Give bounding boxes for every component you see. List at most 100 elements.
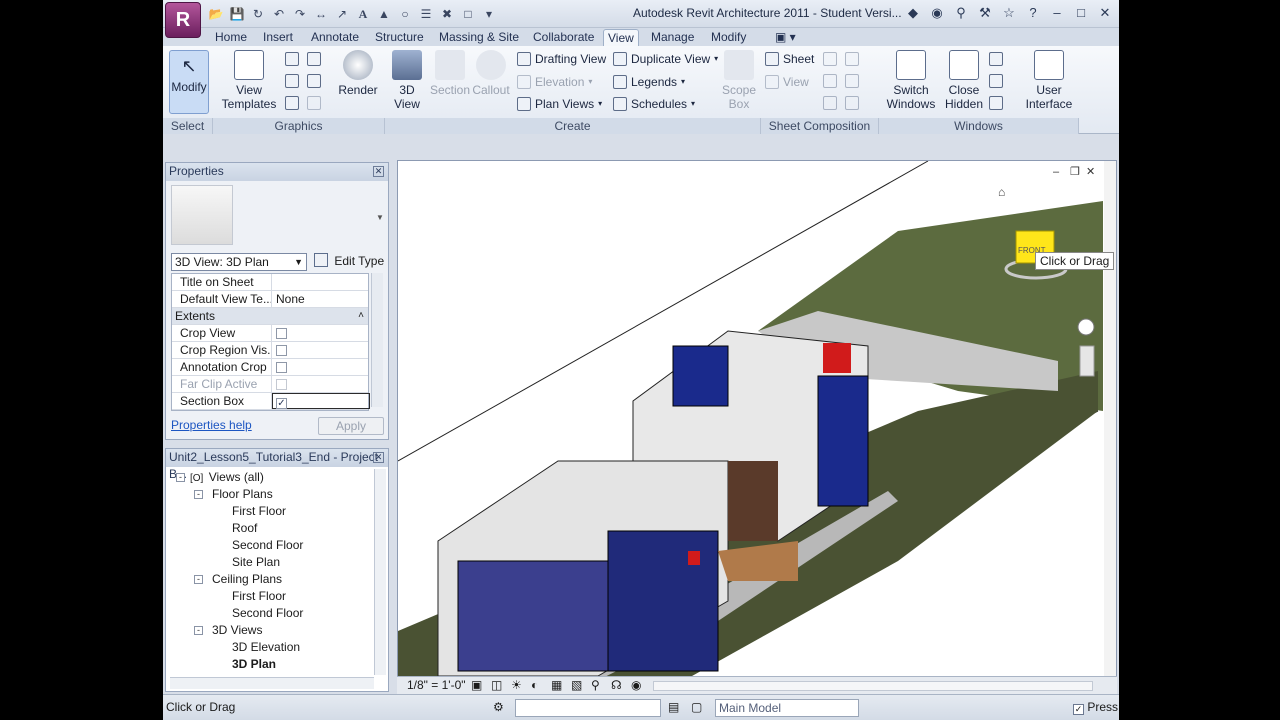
close-hidden-icon[interactable]: ✖: [438, 5, 456, 23]
collapse-icon[interactable]: -: [194, 575, 203, 584]
modify-button[interactable]: ↖ Modify: [169, 50, 209, 114]
3d-viewport[interactable]: FRONT ⌂ – ❐ ✕: [397, 160, 1117, 694]
browser-horizontal-scrollbar[interactable]: [170, 677, 374, 689]
tab-collaborate[interactable]: Collaborate: [529, 29, 598, 46]
detail-level-icon[interactable]: ▣: [471, 677, 482, 694]
worksets-icon[interactable]: ⚙: [493, 695, 504, 719]
cut-profile-icon[interactable]: [307, 96, 321, 110]
show-crop-icon[interactable]: ▧: [571, 677, 582, 694]
view-templates-button[interactable]: View Templates: [221, 50, 277, 111]
tab-home[interactable]: Home: [211, 29, 251, 46]
tab-insert[interactable]: Insert: [259, 29, 297, 46]
ribbon-options-icon[interactable]: ▣ ▾: [771, 29, 800, 46]
design-options-icon[interactable]: ▤: [668, 695, 679, 719]
thin-lines-icon[interactable]: ☰: [417, 5, 435, 23]
tree-node-ceiling-first-floor[interactable]: First Floor: [170, 588, 370, 605]
minimize-icon[interactable]: –: [1047, 4, 1067, 22]
tree-node-3d-plan[interactable]: 3D Plan: [170, 656, 370, 673]
switch-windows-button[interactable]: Switch Windows: [885, 50, 937, 111]
tile-icon[interactable]: [989, 96, 1003, 110]
browser-vertical-scrollbar[interactable]: [374, 469, 386, 675]
legends-button[interactable]: Legends ▾: [613, 73, 685, 91]
text-icon[interactable]: A: [354, 5, 372, 23]
3d-view-button[interactable]: 3D View: [389, 50, 425, 111]
property-row[interactable]: Section Box ✓: [172, 393, 370, 410]
aligned-dimension-icon[interactable]: ↗: [333, 5, 351, 23]
property-row[interactable]: Crop View: [172, 325, 368, 342]
lock-view-icon[interactable]: ⚲: [591, 677, 600, 694]
close-icon[interactable]: ✕: [1086, 166, 1095, 178]
property-row[interactable]: Crop Region Vis...: [172, 342, 368, 359]
tree-node-ceiling-plans[interactable]: - Ceiling Plans: [170, 571, 370, 588]
tree-node-floor-plans[interactable]: - Floor Plans: [170, 486, 370, 503]
tab-structure[interactable]: Structure: [371, 29, 428, 46]
collapse-icon[interactable]: -: [194, 626, 203, 635]
scope-box-button[interactable]: Scope Box: [719, 50, 759, 111]
tree-node-site-plan[interactable]: Site Plan: [170, 554, 370, 571]
view-on-sheet-button[interactable]: View: [765, 73, 809, 91]
property-value[interactable]: ✓: [272, 393, 370, 409]
duplicate-view-button[interactable]: Duplicate View ▾: [613, 50, 718, 68]
replicate-icon[interactable]: [989, 52, 1003, 66]
tools-icon[interactable]: ⚒: [975, 4, 995, 22]
binoculars-icon[interactable]: ◉: [927, 4, 947, 22]
activate-view-icon[interactable]: [845, 96, 859, 110]
restore-icon[interactable]: ❐: [1070, 166, 1080, 178]
section-button[interactable]: Section: [429, 50, 471, 97]
remove-hidden-lines-icon[interactable]: [285, 96, 299, 110]
thin-lines-tool-icon[interactable]: [285, 74, 299, 88]
undo-icon[interactable]: ↶: [270, 5, 288, 23]
redo-icon[interactable]: ↷: [291, 5, 309, 23]
viewport-horizontal-scrollbar[interactable]: [653, 681, 1093, 691]
qat-dropdown-icon[interactable]: ▾: [480, 5, 498, 23]
zoom-pan-icon[interactable]: [1079, 345, 1095, 377]
temporary-hide-icon[interactable]: ☊: [611, 677, 622, 694]
property-value[interactable]: None: [276, 291, 305, 307]
viewport-vertical-scrollbar[interactable]: [1104, 161, 1117, 681]
edit-design-options-icon[interactable]: ▢: [691, 695, 702, 719]
close-icon[interactable]: ✕: [1095, 4, 1115, 22]
tab-annotate[interactable]: Annotate: [307, 29, 363, 46]
render-button[interactable]: Render: [335, 50, 381, 97]
tab-manage[interactable]: Manage: [647, 29, 698, 46]
shadows-icon[interactable]: ◐: [531, 677, 538, 694]
edit-type-button[interactable]: Edit Type: [314, 252, 384, 270]
property-group-extents[interactable]: Extents ˄: [172, 308, 368, 325]
type-selector[interactable]: 3D View: 3D Plan ▼: [171, 253, 307, 271]
property-value[interactable]: [276, 325, 287, 341]
sun-path-icon[interactable]: ☀: [511, 677, 522, 694]
save-icon[interactable]: 💾: [228, 5, 246, 23]
steering-wheel-icon[interactable]: [1077, 318, 1095, 336]
model-canvas[interactable]: FRONT ⌂ – ❐ ✕: [398, 161, 1117, 694]
open-icon[interactable]: 📂: [207, 5, 225, 23]
close-icon[interactable]: ✕: [373, 452, 384, 463]
close-icon[interactable]: ✕: [373, 166, 384, 177]
default-3d-view-icon[interactable]: ▲: [375, 5, 393, 23]
collapse-icon[interactable]: -: [176, 473, 185, 482]
filters-icon[interactable]: [307, 52, 321, 66]
maximize-icon[interactable]: □: [1071, 4, 1091, 22]
help-icon[interactable]: ?: [1023, 4, 1043, 22]
tree-node-roof[interactable]: Roof: [170, 520, 370, 537]
title-block-icon[interactable]: [823, 52, 837, 66]
properties-help-link[interactable]: Properties help: [171, 418, 252, 432]
matchline-icon[interactable]: [845, 74, 859, 88]
chevron-down-icon[interactable]: ▼: [376, 213, 384, 222]
reveal-hidden-icon[interactable]: ◉: [631, 677, 641, 694]
home-icon[interactable]: ⌂: [998, 185, 1005, 199]
sync-icon[interactable]: ↻: [249, 5, 267, 23]
crop-view-checkbox[interactable]: [276, 328, 287, 339]
tab-modify[interactable]: Modify: [707, 29, 750, 46]
elevation-button[interactable]: Elevation ▾: [517, 73, 592, 91]
tree-node-3d-elevation[interactable]: 3D Elevation: [170, 639, 370, 656]
application-menu-button[interactable]: R: [165, 2, 201, 38]
search-icon[interactable]: ◆: [903, 4, 923, 22]
properties-scrollbar[interactable]: [371, 273, 383, 407]
minimize-icon[interactable]: –: [1053, 166, 1060, 178]
schedules-button[interactable]: Schedules ▾: [613, 95, 695, 113]
guide-grid-icon[interactable]: [823, 74, 837, 88]
crop-view-icon[interactable]: ▦: [551, 677, 562, 694]
plan-views-button[interactable]: Plan Views ▾: [517, 95, 602, 113]
property-value[interactable]: [276, 359, 287, 375]
drafting-view-button[interactable]: Drafting View: [517, 50, 606, 68]
